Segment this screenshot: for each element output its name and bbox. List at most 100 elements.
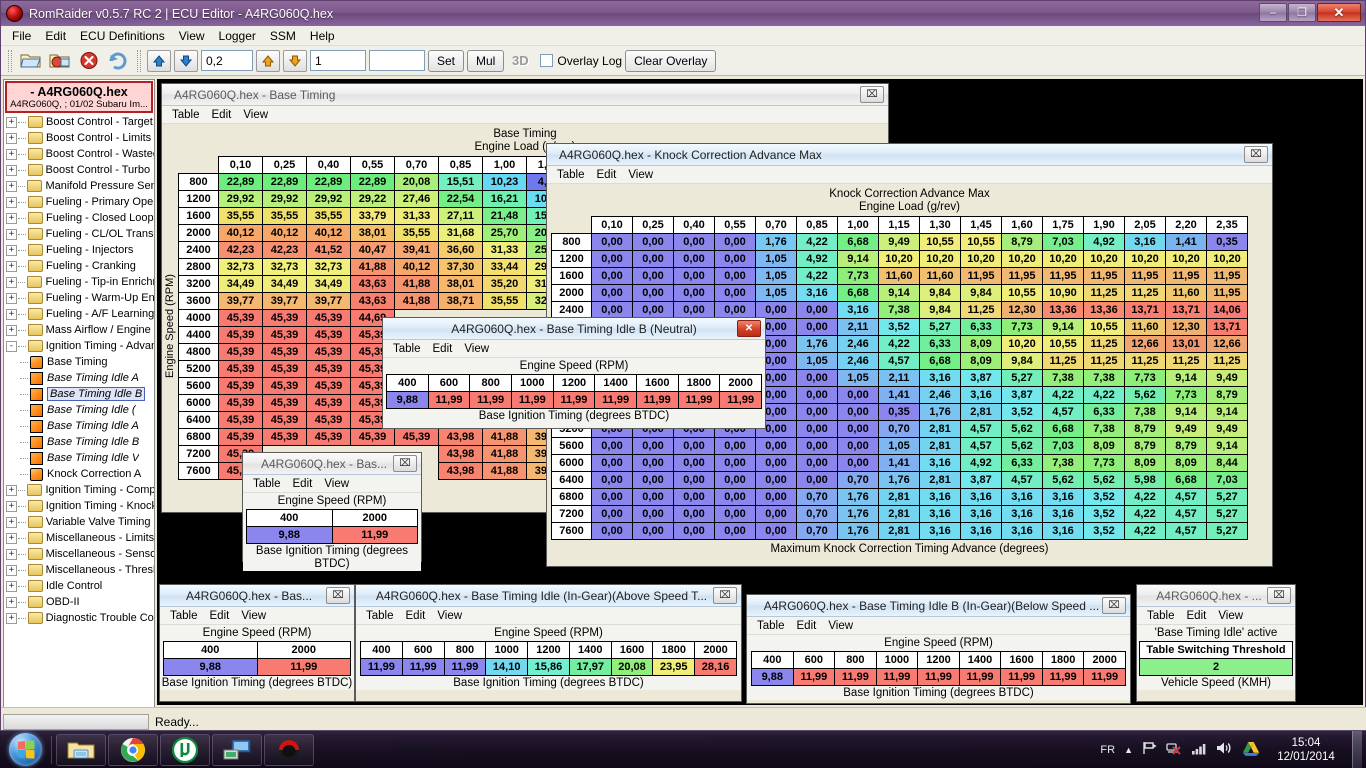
table-cell[interactable]: 35,55	[482, 292, 527, 310]
table-cell[interactable]: 38,71	[438, 292, 483, 310]
table-cell[interactable]: 1,05	[755, 284, 797, 302]
table-cell[interactable]: 1,41	[1165, 233, 1207, 251]
bottom-small-menu-table[interactable]: Table	[164, 609, 204, 623]
table-cell[interactable]: 1,05	[837, 369, 879, 387]
table-cell[interactable]: 35,55	[262, 207, 307, 225]
table-cell[interactable]: 10,55	[960, 233, 1002, 251]
table-cell[interactable]: 45,39	[262, 377, 307, 395]
table-cell[interactable]: 35,20	[482, 275, 527, 293]
row-header[interactable]: 4400	[178, 326, 219, 344]
table-cell[interactable]: 45,39	[218, 394, 263, 412]
table-cell[interactable]: 4,57	[1165, 522, 1207, 540]
table-cell[interactable]: 12,66	[1124, 335, 1166, 353]
table-cell[interactable]: 39,77	[262, 292, 307, 310]
table-cell[interactable]: 0,00	[714, 267, 756, 285]
table-cell[interactable]: 0,00	[591, 267, 633, 285]
tree-item-base-timing[interactable]: Base Timing	[4, 354, 154, 370]
table-cell[interactable]: 8,09	[960, 352, 1002, 370]
table-cell[interactable]: 32,73	[218, 258, 263, 276]
table-cell[interactable]: 29,92	[218, 190, 263, 208]
table-cell[interactable]: 4,92	[1083, 233, 1125, 251]
table-cell[interactable]: 11,99	[1041, 668, 1085, 686]
table-cell[interactable]: 5,62	[1124, 386, 1166, 404]
rom-tree-panel[interactable]: - A4RG060Q.hex A4RG060Q, ; 01/02 Subaru …	[3, 79, 155, 709]
table-cell[interactable]: 10,20	[1206, 250, 1248, 268]
table-cell[interactable]: 6,68	[919, 352, 961, 370]
table-cell[interactable]: 11,95	[1165, 267, 1207, 285]
table-cell[interactable]: 0,00	[673, 267, 715, 285]
tree-item-fueling-cranking[interactable]: + Fueling - Cranking	[4, 258, 154, 274]
window-idle-ingear-above[interactable]: A4RG060Q.hex - Base Timing Idle (In-Gear…	[355, 584, 742, 702]
row-header[interactable]: 6800	[178, 428, 219, 446]
table-cell[interactable]: 45,39	[218, 411, 263, 429]
tree-item-boost-control-wasteg[interactable]: + Boost Control - Wasteg	[4, 146, 154, 162]
column-header[interactable]: 0,55	[714, 216, 756, 234]
row-header[interactable]: 800	[551, 233, 592, 251]
tree-item-ignition-timing-knock[interactable]: + Ignition Timing - Knock	[4, 498, 154, 514]
table-cell[interactable]: 3,52	[1083, 505, 1125, 523]
table-cell[interactable]: 7,03	[1042, 437, 1084, 455]
table-cell[interactable]: 9,88	[246, 526, 333, 544]
tree-item-mass-airflow-engine-l[interactable]: + Mass Airflow / Engine L	[4, 322, 154, 338]
base-timing-title-bar[interactable]: A4RG060Q.hex - Base Timing ⌧	[162, 84, 888, 106]
row-header[interactable]: 2400	[178, 241, 219, 259]
table-cell[interactable]: 7,73	[1083, 454, 1125, 472]
data-grid[interactable]: 400 2000 9,88 11,99	[163, 641, 351, 676]
table-cell[interactable]: 40,47	[350, 241, 395, 259]
column-header[interactable]: 800	[469, 374, 512, 392]
bottom-small-menu-edit[interactable]: Edit	[204, 609, 236, 623]
column-header[interactable]: 1,90	[1083, 216, 1125, 234]
taskbar-item-chrome[interactable]	[108, 733, 158, 766]
small-mid-title-bar[interactable]: A4RG060Q.hex - Bas... ⌧	[243, 453, 421, 475]
table-cell[interactable]: 11,95	[960, 267, 1002, 285]
table-cell[interactable]: 7,38	[1042, 454, 1084, 472]
table-cell[interactable]: 9,14	[878, 284, 920, 302]
table-cell[interactable]: 7,03	[1042, 233, 1084, 251]
table-cell[interactable]: 43,98	[438, 428, 483, 446]
table-cell[interactable]: 1,76	[837, 505, 879, 523]
table-cell[interactable]: 22,89	[262, 173, 307, 191]
table-cell[interactable]: 7,73	[1165, 386, 1207, 404]
table-cell[interactable]: 8,79	[1001, 233, 1043, 251]
tree-item-base-timing-idle-v[interactable]: Base Timing Idle V	[4, 450, 154, 466]
table-cell[interactable]: 0,00	[591, 250, 633, 268]
table-cell[interactable]: 11,25	[1124, 284, 1166, 302]
switching-menu-view[interactable]: View	[1212, 609, 1249, 623]
menu-ecu-definitions[interactable]: ECU Definitions	[73, 27, 172, 45]
table-cell[interactable]: 0,35	[1206, 233, 1248, 251]
bottom-small-table[interactable]: 400 2000 9,88 11,99	[160, 640, 354, 677]
row-header[interactable]: 7600	[178, 462, 219, 480]
table-cell[interactable]: 2	[1139, 658, 1293, 676]
table-cell[interactable]: 9,49	[878, 233, 920, 251]
row-header[interactable]: 6800	[551, 488, 592, 506]
menu-ssm[interactable]: SSM	[263, 27, 303, 45]
tree-item-fueling-a-f-learning[interactable]: + Fueling - A/F Learning	[4, 306, 154, 322]
start-button[interactable]	[2, 732, 48, 768]
tree-item-idle-control[interactable]: + Idle Control	[4, 578, 154, 594]
table-cell[interactable]: 41,88	[394, 275, 439, 293]
table-cell[interactable]: 0,00	[714, 437, 756, 455]
base-timing-menu-edit[interactable]: Edit	[206, 108, 238, 122]
table-cell[interactable]: 45,39	[262, 394, 307, 412]
table-cell[interactable]: 36,60	[438, 241, 483, 259]
table-cell[interactable]: 0,00	[673, 301, 715, 319]
base-timing-close-button[interactable]: ⌧	[860, 86, 884, 103]
idle-ingear-above-menu-view[interactable]: View	[431, 609, 468, 623]
table-cell[interactable]: 41,88	[350, 258, 395, 276]
column-header[interactable]: 0,70	[755, 216, 797, 234]
table-cell[interactable]: 10,20	[919, 250, 961, 268]
overlay-log-checkbox[interactable]	[540, 54, 554, 67]
table-cell[interactable]: 2,81	[878, 505, 920, 523]
expand-icon[interactable]: +	[6, 324, 17, 336]
table-cell[interactable]: 5,27	[1206, 488, 1248, 506]
tree-item-boost-control-limits[interactable]: + Boost Control - Limits	[4, 130, 154, 146]
show-desktop-button[interactable]	[1352, 730, 1362, 768]
table-cell[interactable]: 0,00	[591, 505, 633, 523]
table-cell[interactable]: 0,00	[591, 522, 633, 540]
tree-item-fueling-closed-loop[interactable]: + Fueling - Closed Loop	[4, 210, 154, 226]
table-cell[interactable]: 0,00	[837, 420, 879, 438]
table-cell[interactable]: 8,09	[1165, 454, 1207, 472]
table-cell[interactable]: 38,01	[438, 275, 483, 293]
table-cell[interactable]: 3,52	[1083, 522, 1125, 540]
window-bottom-small[interactable]: A4RG060Q.hex - Bas... ⌧ Table Edit View …	[159, 584, 355, 702]
